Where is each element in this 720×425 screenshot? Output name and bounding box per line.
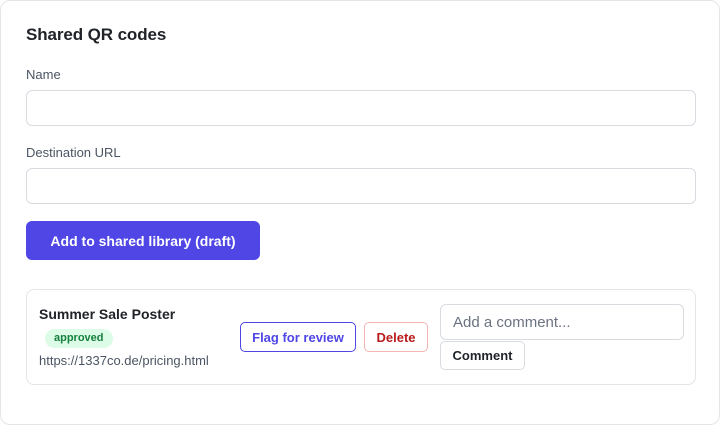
delete-button[interactable]: Delete bbox=[364, 322, 428, 352]
qr-list-item: Summer Sale Poster approved https://1337… bbox=[26, 289, 696, 385]
destination-url-input[interactable] bbox=[26, 168, 696, 204]
name-label: Name bbox=[26, 67, 61, 82]
flag-for-review-button[interactable]: Flag for review bbox=[240, 322, 356, 352]
shared-qr-card: Shared QR codes Name Destination URL Add… bbox=[0, 0, 720, 425]
destination-url-label: Destination URL bbox=[26, 145, 121, 160]
qr-item-name: Summer Sale Poster bbox=[39, 306, 176, 322]
qr-item-url: https://1337co.de/pricing.html bbox=[39, 353, 209, 368]
add-to-library-button[interactable]: Add to shared library (draft) bbox=[26, 221, 260, 260]
comment-input[interactable] bbox=[440, 304, 684, 340]
name-input[interactable] bbox=[26, 90, 696, 126]
page-title: Shared QR codes bbox=[26, 25, 167, 44]
comment-button[interactable]: Comment bbox=[440, 341, 525, 370]
status-badge: approved bbox=[45, 329, 113, 348]
